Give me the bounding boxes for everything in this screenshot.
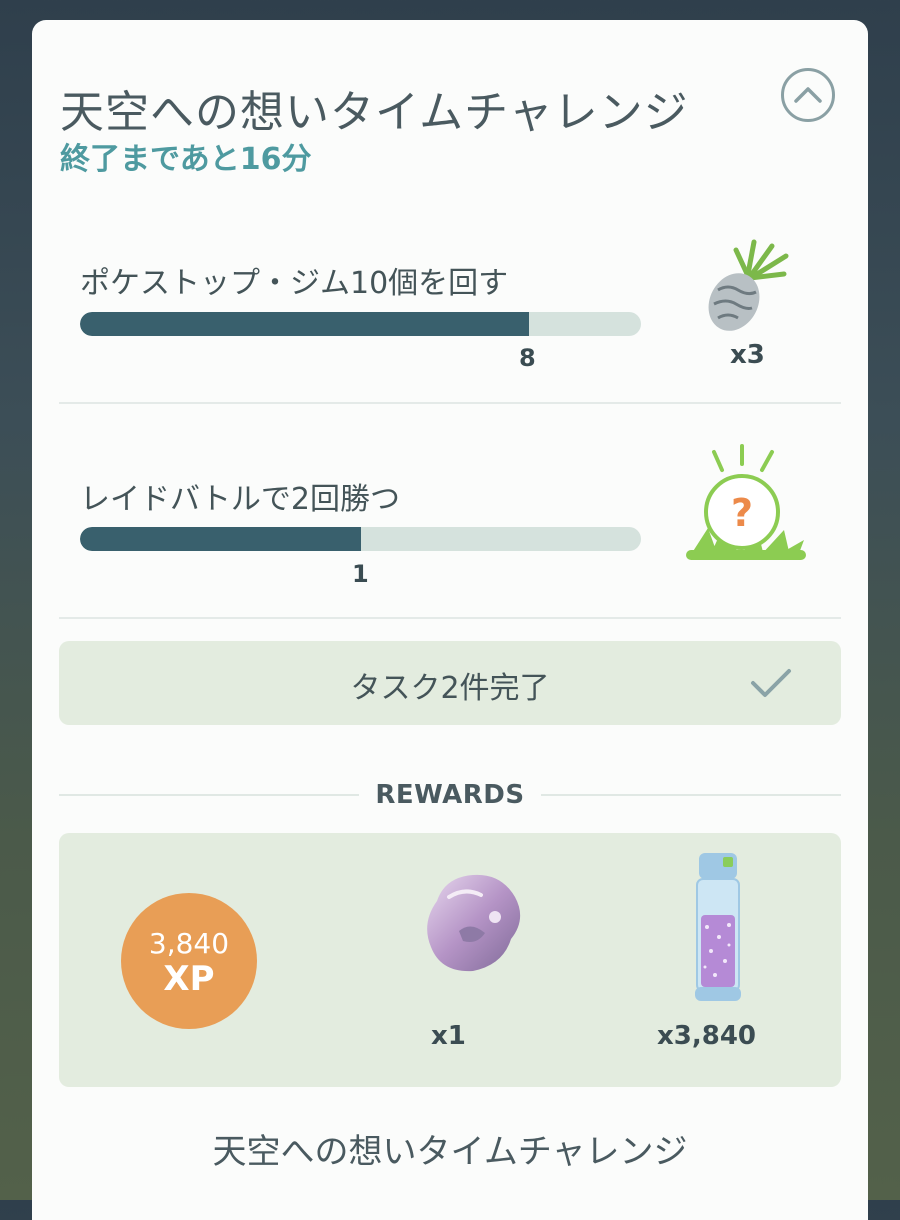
check-icon: [751, 669, 791, 697]
xp-reward-badge: 3,840 XP: [121, 893, 257, 1029]
reward-count: x3,840: [657, 1021, 757, 1051]
progress-bar-fill: [80, 312, 529, 336]
tasks-complete-banner[interactable]: タスク2件完了: [59, 641, 841, 725]
footer-challenge-title: 天空への想いタイムチャレンジ: [212, 1132, 688, 1172]
silver-berry-icon: [708, 239, 789, 331]
stardust-vial-icon: [695, 853, 741, 1001]
research-card: 天空への想いタイムチャレンジ 終了まであと16分 ポケストップ・ジム10個を回す…: [32, 20, 868, 1220]
task-label: ポケストップ・ジム10個を回す: [80, 266, 509, 301]
mystery-encounter-icon: ?: [686, 444, 806, 560]
reward-count: x1: [431, 1021, 466, 1051]
challenge-title: 天空への想いタイムチャレンジ: [60, 87, 689, 138]
divider: [59, 617, 841, 619]
task-label: レイドバトルで2回勝つ: [80, 482, 400, 517]
crystal-ore-icon: [427, 874, 521, 972]
chevron-up-icon: [794, 87, 822, 103]
xp-value: 3,840: [148, 927, 230, 960]
progress-count: 8: [519, 344, 536, 372]
progress-bar: [80, 312, 641, 336]
rewards-panel: 3,840 XP x1 x3,840: [59, 833, 841, 1087]
xp-unit: XP: [163, 959, 215, 999]
time-remaining: 終了まであと16分: [60, 142, 312, 177]
divider: [59, 402, 841, 404]
progress-count: 1: [352, 560, 369, 588]
rewards-divider-right: [541, 794, 841, 796]
tasks-complete-label: タスク2件完了: [350, 671, 550, 706]
progress-bar-fill: [80, 527, 361, 551]
reward-count: x3: [730, 340, 765, 370]
svg-text:?: ?: [731, 491, 753, 535]
collapse-button[interactable]: [781, 68, 835, 122]
progress-bar: [80, 527, 641, 551]
